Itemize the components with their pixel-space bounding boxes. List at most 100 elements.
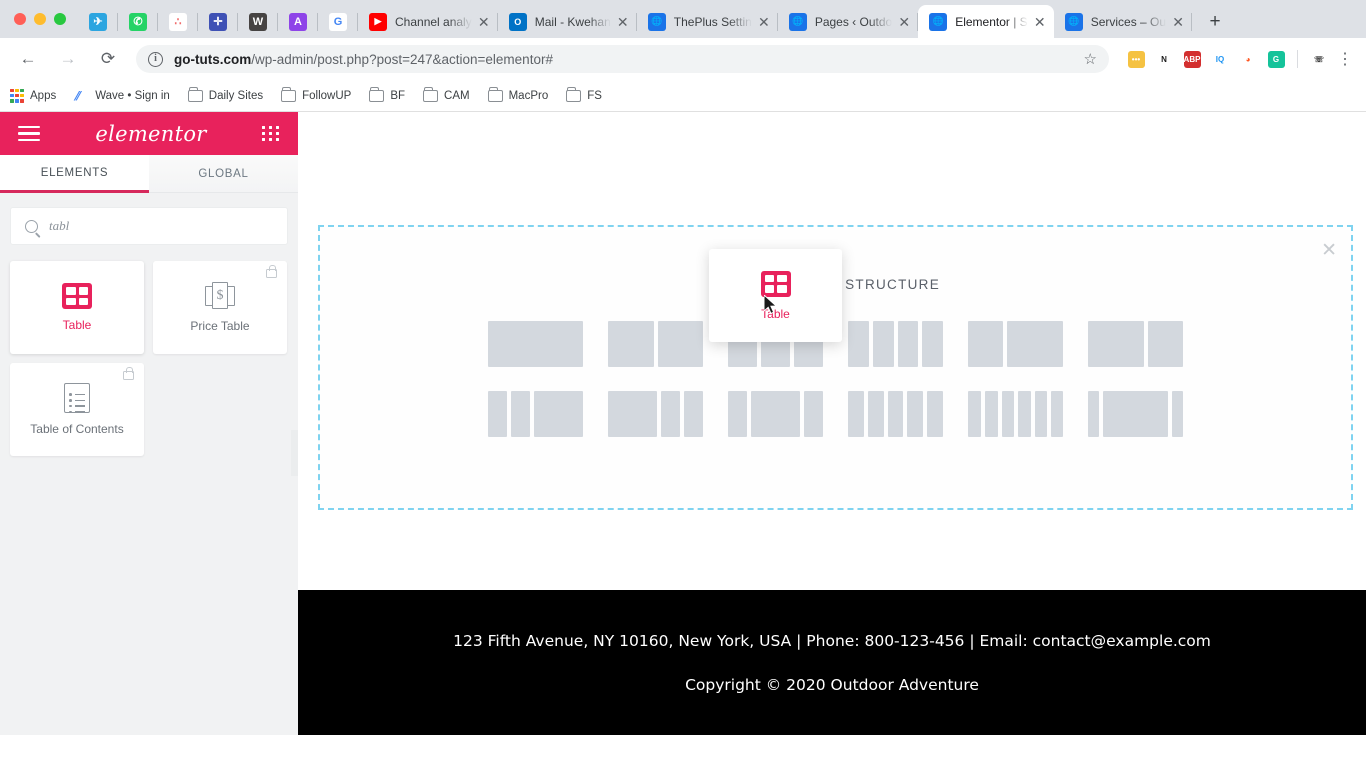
bookmark-item[interactable]: Daily Sites xyxy=(187,87,264,102)
tab-close-icon[interactable]: ✕ xyxy=(476,15,492,29)
notion-extension-icon[interactable]: N xyxy=(1151,46,1177,72)
maximize-window-button[interactable] xyxy=(54,13,66,25)
structure-column xyxy=(887,391,904,437)
asana-icon[interactable]: ∴ xyxy=(158,5,198,38)
bookmark-label: FS xyxy=(587,89,602,102)
browser-tab[interactable]: O Mail - Kwehan ✕ xyxy=(498,5,637,38)
widget-label: Table xyxy=(62,318,92,332)
reload-button[interactable]: ⟳ xyxy=(92,43,124,75)
structure-thin-wide-thin[interactable] xyxy=(1088,391,1183,437)
bookmark-item[interactable]: Apps xyxy=(10,88,57,103)
search-icon xyxy=(25,219,38,233)
widget-table[interactable]: Table xyxy=(10,261,144,354)
structure-narrow-wide-narrow[interactable] xyxy=(728,391,823,437)
structure-four-columns[interactable] xyxy=(848,321,943,367)
folder-icon xyxy=(487,87,503,102)
browser-menu-icon[interactable]: ⋮ xyxy=(1332,49,1358,69)
tab-close-icon[interactable]: ✕ xyxy=(896,15,912,29)
menu-hamburger-icon[interactable] xyxy=(18,125,40,142)
close-icon[interactable]: ✕ xyxy=(1321,241,1337,260)
bookmark-star-icon[interactable]: ☆ xyxy=(1084,50,1097,68)
address-bar[interactable]: i go-tuts.com /wp-admin/post.php?post=24… xyxy=(136,45,1109,73)
structure-column xyxy=(1171,391,1183,437)
widget-price-table[interactable]: $ Price Table xyxy=(153,261,287,354)
whatsapp-icon: ✆ xyxy=(129,12,147,31)
tab-title: Elementor | S xyxy=(955,14,1028,29)
toolbar-divider xyxy=(1297,50,1298,68)
new-tab-button[interactable]: + xyxy=(1198,5,1232,38)
phone-extension-icon[interactable]: ☏ xyxy=(1306,46,1332,72)
table-of-contents-icon xyxy=(64,383,90,414)
structure-six-columns[interactable] xyxy=(968,391,1063,437)
bookmark-label: FollowUP xyxy=(302,89,352,102)
panel-tab-global[interactable]: GLOBAL xyxy=(149,155,298,193)
minimize-window-button[interactable] xyxy=(34,13,46,25)
bookmark-item[interactable]: ⫽ Wave • Sign in xyxy=(74,89,170,103)
structure-column xyxy=(488,321,583,367)
widget-table-of-contents[interactable]: Table of Contents xyxy=(10,363,144,456)
bookmark-label: Daily Sites xyxy=(208,89,264,102)
structure-column xyxy=(534,391,583,437)
grammarly-extension-icon[interactable]: G xyxy=(1263,46,1289,72)
google-icon[interactable]: G xyxy=(318,5,358,38)
adblock-extension-icon[interactable]: ABP xyxy=(1179,46,1205,72)
structure-column xyxy=(751,391,800,437)
site-info-icon[interactable]: i xyxy=(148,51,163,67)
browser-tab[interactable]: 🌐 Services – Ou ✕ xyxy=(1054,5,1193,38)
panel-tab-elements[interactable]: ELEMENTS xyxy=(0,155,149,193)
structure-narrow-narrow-wide[interactable] xyxy=(488,391,583,437)
structure-column xyxy=(488,391,508,437)
iq-extension-icon[interactable]: IQ xyxy=(1207,46,1233,72)
browser-chrome: ✈ ✆ ∴ ✛ W A G ▶ Channel analy ✕ O Mail - Kwehan ✕ 🌐 T… xyxy=(0,0,1366,112)
bookmark-item[interactable]: CAM xyxy=(423,87,470,102)
structure-column xyxy=(608,391,657,437)
widget-label: Table of Contents xyxy=(30,422,124,436)
bookmark-item[interactable]: BF xyxy=(369,87,405,102)
tab-title: ThePlus Settin xyxy=(673,14,752,29)
tab-strip: ✈ ✆ ∴ ✛ W A G ▶ Channel analy ✕ O Mail - Kwehan ✕ 🌐 T… xyxy=(0,0,1366,38)
color-extension-icon[interactable]: ◕ xyxy=(1235,46,1261,72)
tab-close-icon[interactable]: ✕ xyxy=(615,15,631,29)
editor-canvas: ✕ SELECT YOUR STRUCTURE Table 123 Fifth … xyxy=(298,112,1366,735)
tab-close-icon[interactable]: ✕ xyxy=(1032,15,1048,29)
structure-left-third-right-two-thirds[interactable] xyxy=(968,321,1063,367)
grammarly-icon[interactable]: A xyxy=(278,5,318,38)
wave-icon: ⫽ xyxy=(74,88,80,103)
plugin-icon[interactable]: ✛ xyxy=(198,5,238,38)
bookmark-item[interactable]: FollowUP xyxy=(281,87,352,102)
back-button[interactable]: ← xyxy=(12,43,44,75)
bookmark-item[interactable]: FS xyxy=(566,87,602,102)
table-icon xyxy=(62,283,92,309)
structure-column xyxy=(1103,391,1168,437)
widgets-grid-icon[interactable] xyxy=(261,125,280,142)
notes-extension-icon[interactable]: ••• xyxy=(1123,46,1149,72)
whatsapp-icon[interactable]: ✆ xyxy=(118,5,158,38)
bookmark-item[interactable]: MacPro xyxy=(487,87,548,102)
forward-button[interactable]: → xyxy=(52,43,84,75)
structure-two-columns[interactable] xyxy=(608,321,703,367)
panel-header: elementor xyxy=(0,112,298,155)
browser-tab[interactable]: ▶ Channel analy ✕ xyxy=(358,5,498,38)
panel-tabs: ELEMENTS GLOBAL xyxy=(0,155,298,193)
tab-close-icon[interactable]: ✕ xyxy=(756,15,772,29)
close-window-button[interactable] xyxy=(14,13,26,25)
bookmark-label: Apps xyxy=(30,89,57,102)
structure-one-column[interactable] xyxy=(488,321,583,367)
lock-icon xyxy=(123,366,134,380)
browser-tab[interactable]: 🌐 Pages ‹ Outdo ✕ xyxy=(778,5,919,38)
structure-left-two-thirds-right-third[interactable] xyxy=(1088,321,1183,367)
telegram-icon[interactable]: ✈ xyxy=(78,5,118,38)
panel-body: tabl Table $ Price Table Table of Contents xyxy=(0,193,298,735)
wordpress-icon[interactable]: W xyxy=(238,5,278,38)
structure-column xyxy=(608,321,654,367)
structure-column xyxy=(1001,391,1015,437)
tab-close-icon[interactable]: ✕ xyxy=(1170,15,1186,29)
structure-five-columns[interactable] xyxy=(848,391,943,437)
price-table-icon: $ xyxy=(205,282,235,310)
browser-tab[interactable]: 🌐 Elementor | S ✕ xyxy=(918,5,1054,38)
search-widget-field[interactable]: tabl xyxy=(10,207,288,245)
browser-tab[interactable]: 🌐 ThePlus Settin ✕ xyxy=(637,5,778,38)
structure-wide-narrow-narrow[interactable] xyxy=(608,391,703,437)
bookmarks-bar: Apps ⫽ Wave • Sign in Daily Sites FollowUP BF… xyxy=(0,80,1366,112)
elementor-logo: elementor xyxy=(95,121,207,146)
